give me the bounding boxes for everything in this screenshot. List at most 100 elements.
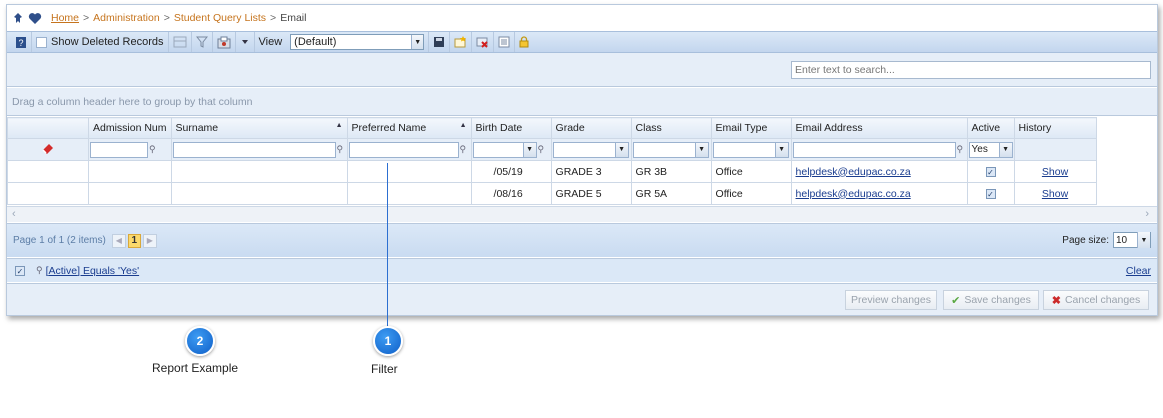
filter-enabled-checkbox[interactable]: ✓ <box>15 265 25 276</box>
filter-surname-input[interactable] <box>172 141 336 158</box>
view-properties-button[interactable] <box>494 32 516 52</box>
column-header-admission-num[interactable]: Admission Num <box>88 117 172 139</box>
callout-leader-line <box>387 163 388 329</box>
filter-expression-link[interactable]: [Active] Equals 'Yes' <box>46 265 140 277</box>
current-page-button[interactable]: 1 <box>127 233 141 248</box>
lock-view-button[interactable] <box>515 32 533 52</box>
cell-grade: GRADE 3 <box>550 160 632 183</box>
command-column-header <box>7 117 89 139</box>
column-header-email-address[interactable]: Email Address <box>790 117 968 139</box>
filter-cell-preferred-name: ⚲ <box>346 138 472 161</box>
chevron-down-icon: ▼ <box>998 142 1012 157</box>
checkmark-icon: ✔ <box>951 294 961 307</box>
show-deleted-checkbox[interactable] <box>36 36 47 48</box>
grid-toolbar: ? Show Deleted Records View (Default) ▼ <box>7 31 1157 53</box>
save-changes-button[interactable]: ✔ Save changes <box>943 290 1039 310</box>
filter-active-select[interactable]: Yes ▼ <box>968 141 1013 158</box>
cancel-changes-button[interactable]: ✖ Cancel changes <box>1043 290 1149 310</box>
search-input[interactable]: Enter text to search... <box>791 61 1151 79</box>
cancel-changes-label: Cancel changes <box>1064 294 1141 306</box>
next-page-button[interactable]: ▶ <box>142 233 157 248</box>
chevron-down-icon: ▼ <box>411 35 424 49</box>
filter-cell-grade: ▼ <box>550 138 632 161</box>
page-size-control: Page size: 10 ▼ <box>1062 232 1151 248</box>
group-panel[interactable]: Drag a column header here to group by th… <box>7 88 1157 116</box>
chevron-right-icon: ▶ <box>146 236 153 245</box>
callout-badge-report-example: 2 <box>185 326 215 356</box>
show-deleted-label: Show Deleted Records <box>51 36 164 48</box>
save-view-button[interactable] <box>429 32 451 52</box>
filter-email-address-input[interactable] <box>792 141 956 158</box>
filter-admission-num-input[interactable] <box>90 141 148 158</box>
clear-filter-link[interactable]: Clear <box>1126 265 1151 277</box>
column-header-preferred-name-label: Preferred Name <box>351 122 427 134</box>
column-header-surname-label: Surname <box>175 122 219 134</box>
email-link[interactable]: helpdesk@edupac.co.za <box>796 188 911 200</box>
export-button[interactable] <box>213 32 236 52</box>
preview-changes-button[interactable]: Preview changes <box>845 290 937 310</box>
favourite-heart-icon[interactable] <box>28 11 42 25</box>
svg-text:?: ? <box>18 38 23 48</box>
clear-filter-cell <box>7 138 89 161</box>
horizontal-scrollbar[interactable]: ‹ › <box>7 206 1157 222</box>
filter-cell-surname: ⚲ <box>170 138 348 161</box>
table-row[interactable]: /08/16 GRADE 5 GR 5A Office helpdesk@edu… <box>7 182 1097 205</box>
email-link[interactable]: helpdesk@edupac.co.za <box>796 166 911 178</box>
column-header-active[interactable]: Active <box>966 117 1015 139</box>
view-select[interactable]: (Default) ▼ <box>290 34 425 50</box>
view-select-value: (Default) <box>294 36 337 48</box>
filter-icon: ⚲ <box>36 265 43 275</box>
table-row[interactable]: /05/19 GRADE 3 GR 3B Office helpdesk@edu… <box>7 160 1097 183</box>
funnel-icon <box>195 36 208 48</box>
breadcrumb-administration[interactable]: Administration <box>93 12 160 24</box>
previous-page-button[interactable]: ◀ <box>111 233 126 248</box>
filter-options-icon[interactable]: ⚲ <box>460 144 467 155</box>
new-view-button[interactable] <box>450 32 473 52</box>
scroll-left-icon[interactable]: ‹ <box>12 208 16 220</box>
filter-options-icon[interactable]: ⚲ <box>149 144 156 155</box>
filter-email-type-select[interactable]: ▼ <box>712 141 789 158</box>
filter-options-icon[interactable]: ⚲ <box>538 144 545 155</box>
filter-active-value: Yes <box>971 144 988 155</box>
cell-active: ✓ <box>966 182 1015 205</box>
pin-icon[interactable] <box>11 11 25 25</box>
filter-preferred-name-input[interactable] <box>348 141 459 158</box>
history-show-link[interactable]: Show <box>1042 166 1068 178</box>
help-button[interactable]: ? <box>11 32 32 52</box>
filter-button[interactable] <box>192 32 213 52</box>
filter-expression-bar: ✓ ⚲ [Active] Equals 'Yes' Clear <box>7 258 1157 282</box>
column-header-birth-date[interactable]: Birth Date <box>470 117 552 139</box>
cell-active: ✓ <box>966 160 1015 183</box>
filter-options-icon[interactable]: ⚲ <box>957 144 964 155</box>
batch-edit-footer: Preview changes ✔ Save changes ✖ Cancel … <box>7 283 1157 315</box>
filter-class-select[interactable]: ▼ <box>632 141 709 158</box>
pager-info: Page 1 of 1 (2 items) <box>13 235 106 246</box>
column-header-preferred-name[interactable]: Preferred Name ▲ <box>346 117 472 139</box>
history-show-link[interactable]: Show <box>1042 188 1068 200</box>
cell-email-type: Office <box>710 182 792 205</box>
filter-options-icon[interactable]: ⚲ <box>337 144 344 155</box>
show-deleted-toggle[interactable]: Show Deleted Records <box>32 32 169 52</box>
breadcrumb-home[interactable]: Home <box>51 12 79 24</box>
breadcrumb-current: Email <box>280 12 307 24</box>
column-chooser-button[interactable] <box>169 32 192 52</box>
chevron-down-icon: ▼ <box>774 142 788 157</box>
column-header-grade[interactable]: Grade <box>550 117 632 139</box>
scroll-right-icon[interactable]: › <box>1145 208 1149 220</box>
column-header-email-type[interactable]: Email Type <box>710 117 792 139</box>
filter-birth-date-select[interactable]: ▼ <box>472 141 537 158</box>
breadcrumb-student-query-lists[interactable]: Student Query Lists <box>174 12 266 24</box>
cell-birth-date: /05/19 <box>470 160 552 183</box>
command-cell <box>7 160 89 183</box>
column-header-history[interactable]: History <box>1013 117 1097 139</box>
export-menu-button[interactable] <box>236 32 255 52</box>
filter-grade-select[interactable]: ▼ <box>552 141 629 158</box>
page-size-select[interactable]: 10 ▼ <box>1113 232 1151 248</box>
callout-label-report-example: Report Example <box>152 361 239 375</box>
cell-history: Show <box>1013 160 1097 183</box>
column-header-surname[interactable]: Surname ▲ <box>170 117 348 139</box>
eraser-icon[interactable] <box>41 142 55 154</box>
delete-view-button[interactable] <box>472 32 495 52</box>
breadcrumb: Home > Administration > Student Query Li… <box>51 12 306 24</box>
column-header-class[interactable]: Class <box>630 117 712 139</box>
